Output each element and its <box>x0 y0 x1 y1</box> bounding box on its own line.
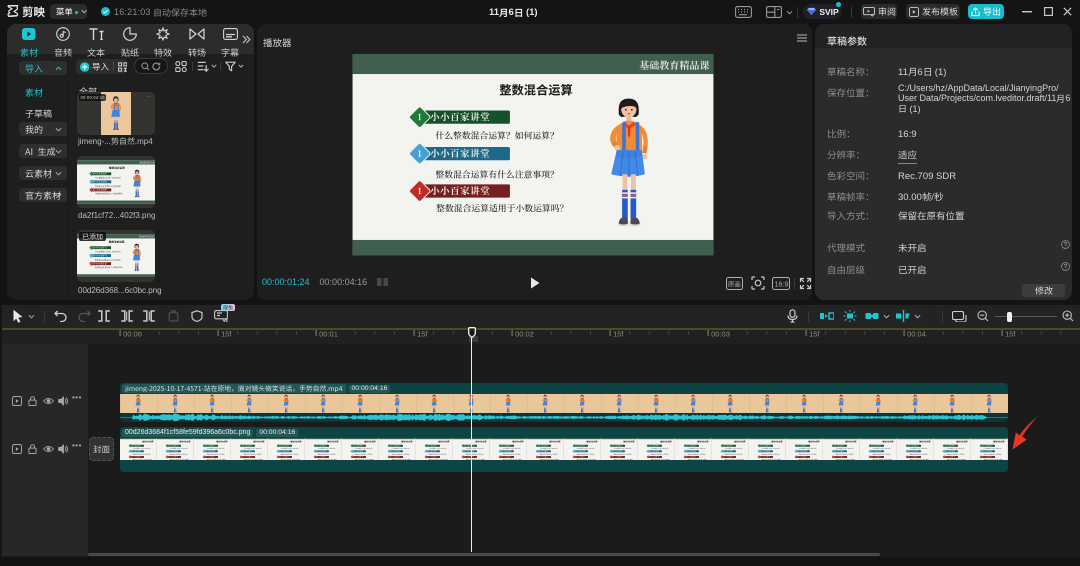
svg-text:16:9: 16:9 <box>775 281 789 288</box>
svg-text:00:01: 00:01 <box>319 330 338 339</box>
svg-text:00:02: 00:02 <box>515 330 534 339</box>
svg-text:15f: 15f <box>613 330 624 339</box>
svg-text:00:00: 00:00 <box>123 330 142 339</box>
svg-text:00:04: 00:04 <box>907 330 926 339</box>
svg-text:15f: 15f <box>1005 330 1016 339</box>
svg-text:15f: 15f <box>221 330 232 339</box>
svg-text:00:03: 00:03 <box>711 330 730 339</box>
svg-text:15f: 15f <box>809 330 820 339</box>
svg-text:15f: 15f <box>417 330 428 339</box>
